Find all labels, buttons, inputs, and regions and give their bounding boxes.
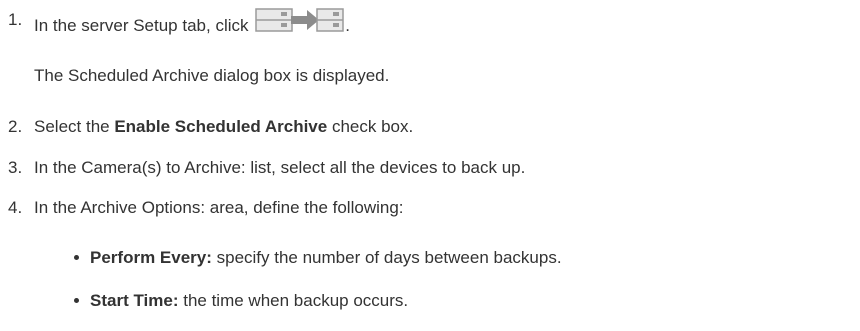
bullet-text: Start Time: the time when backup occurs. <box>90 289 408 313</box>
step-1-text: In the server Setup tab, click <box>34 16 249 35</box>
option-name: Start Time: <box>90 291 179 310</box>
step-number: 1. <box>8 10 23 29</box>
bullet-text: Perform Every: specify the number of day… <box>90 246 562 270</box>
step-1-result: The Scheduled Archive dialog box is disp… <box>34 66 390 85</box>
bullet-icon <box>74 298 79 303</box>
option-name: Perform Every: <box>90 248 212 267</box>
bullet-icon <box>74 255 79 260</box>
step-1-period: . <box>345 16 350 35</box>
step-text: In the Camera(s) to Archive: list, selec… <box>34 158 526 177</box>
step-number: 4. <box>8 198 23 217</box>
step-number: 3. <box>8 158 23 177</box>
step-text: In the Archive Options: area, define the… <box>34 198 404 217</box>
option-description: the time when backup occurs. <box>178 291 409 310</box>
step-2-prefix: Select the <box>34 117 115 136</box>
option-name: Enable Scheduled Archive <box>114 117 328 136</box>
step-text: In the server Setup tab, click . <box>34 8 350 38</box>
archive-icon <box>255 8 345 34</box>
step-text: Select the Enable Scheduled Archive chec… <box>34 115 413 139</box>
option-description: specify the number of days between backu… <box>211 248 562 267</box>
step-number: 2. <box>8 117 23 136</box>
step-2-suffix: check box. <box>327 117 414 136</box>
